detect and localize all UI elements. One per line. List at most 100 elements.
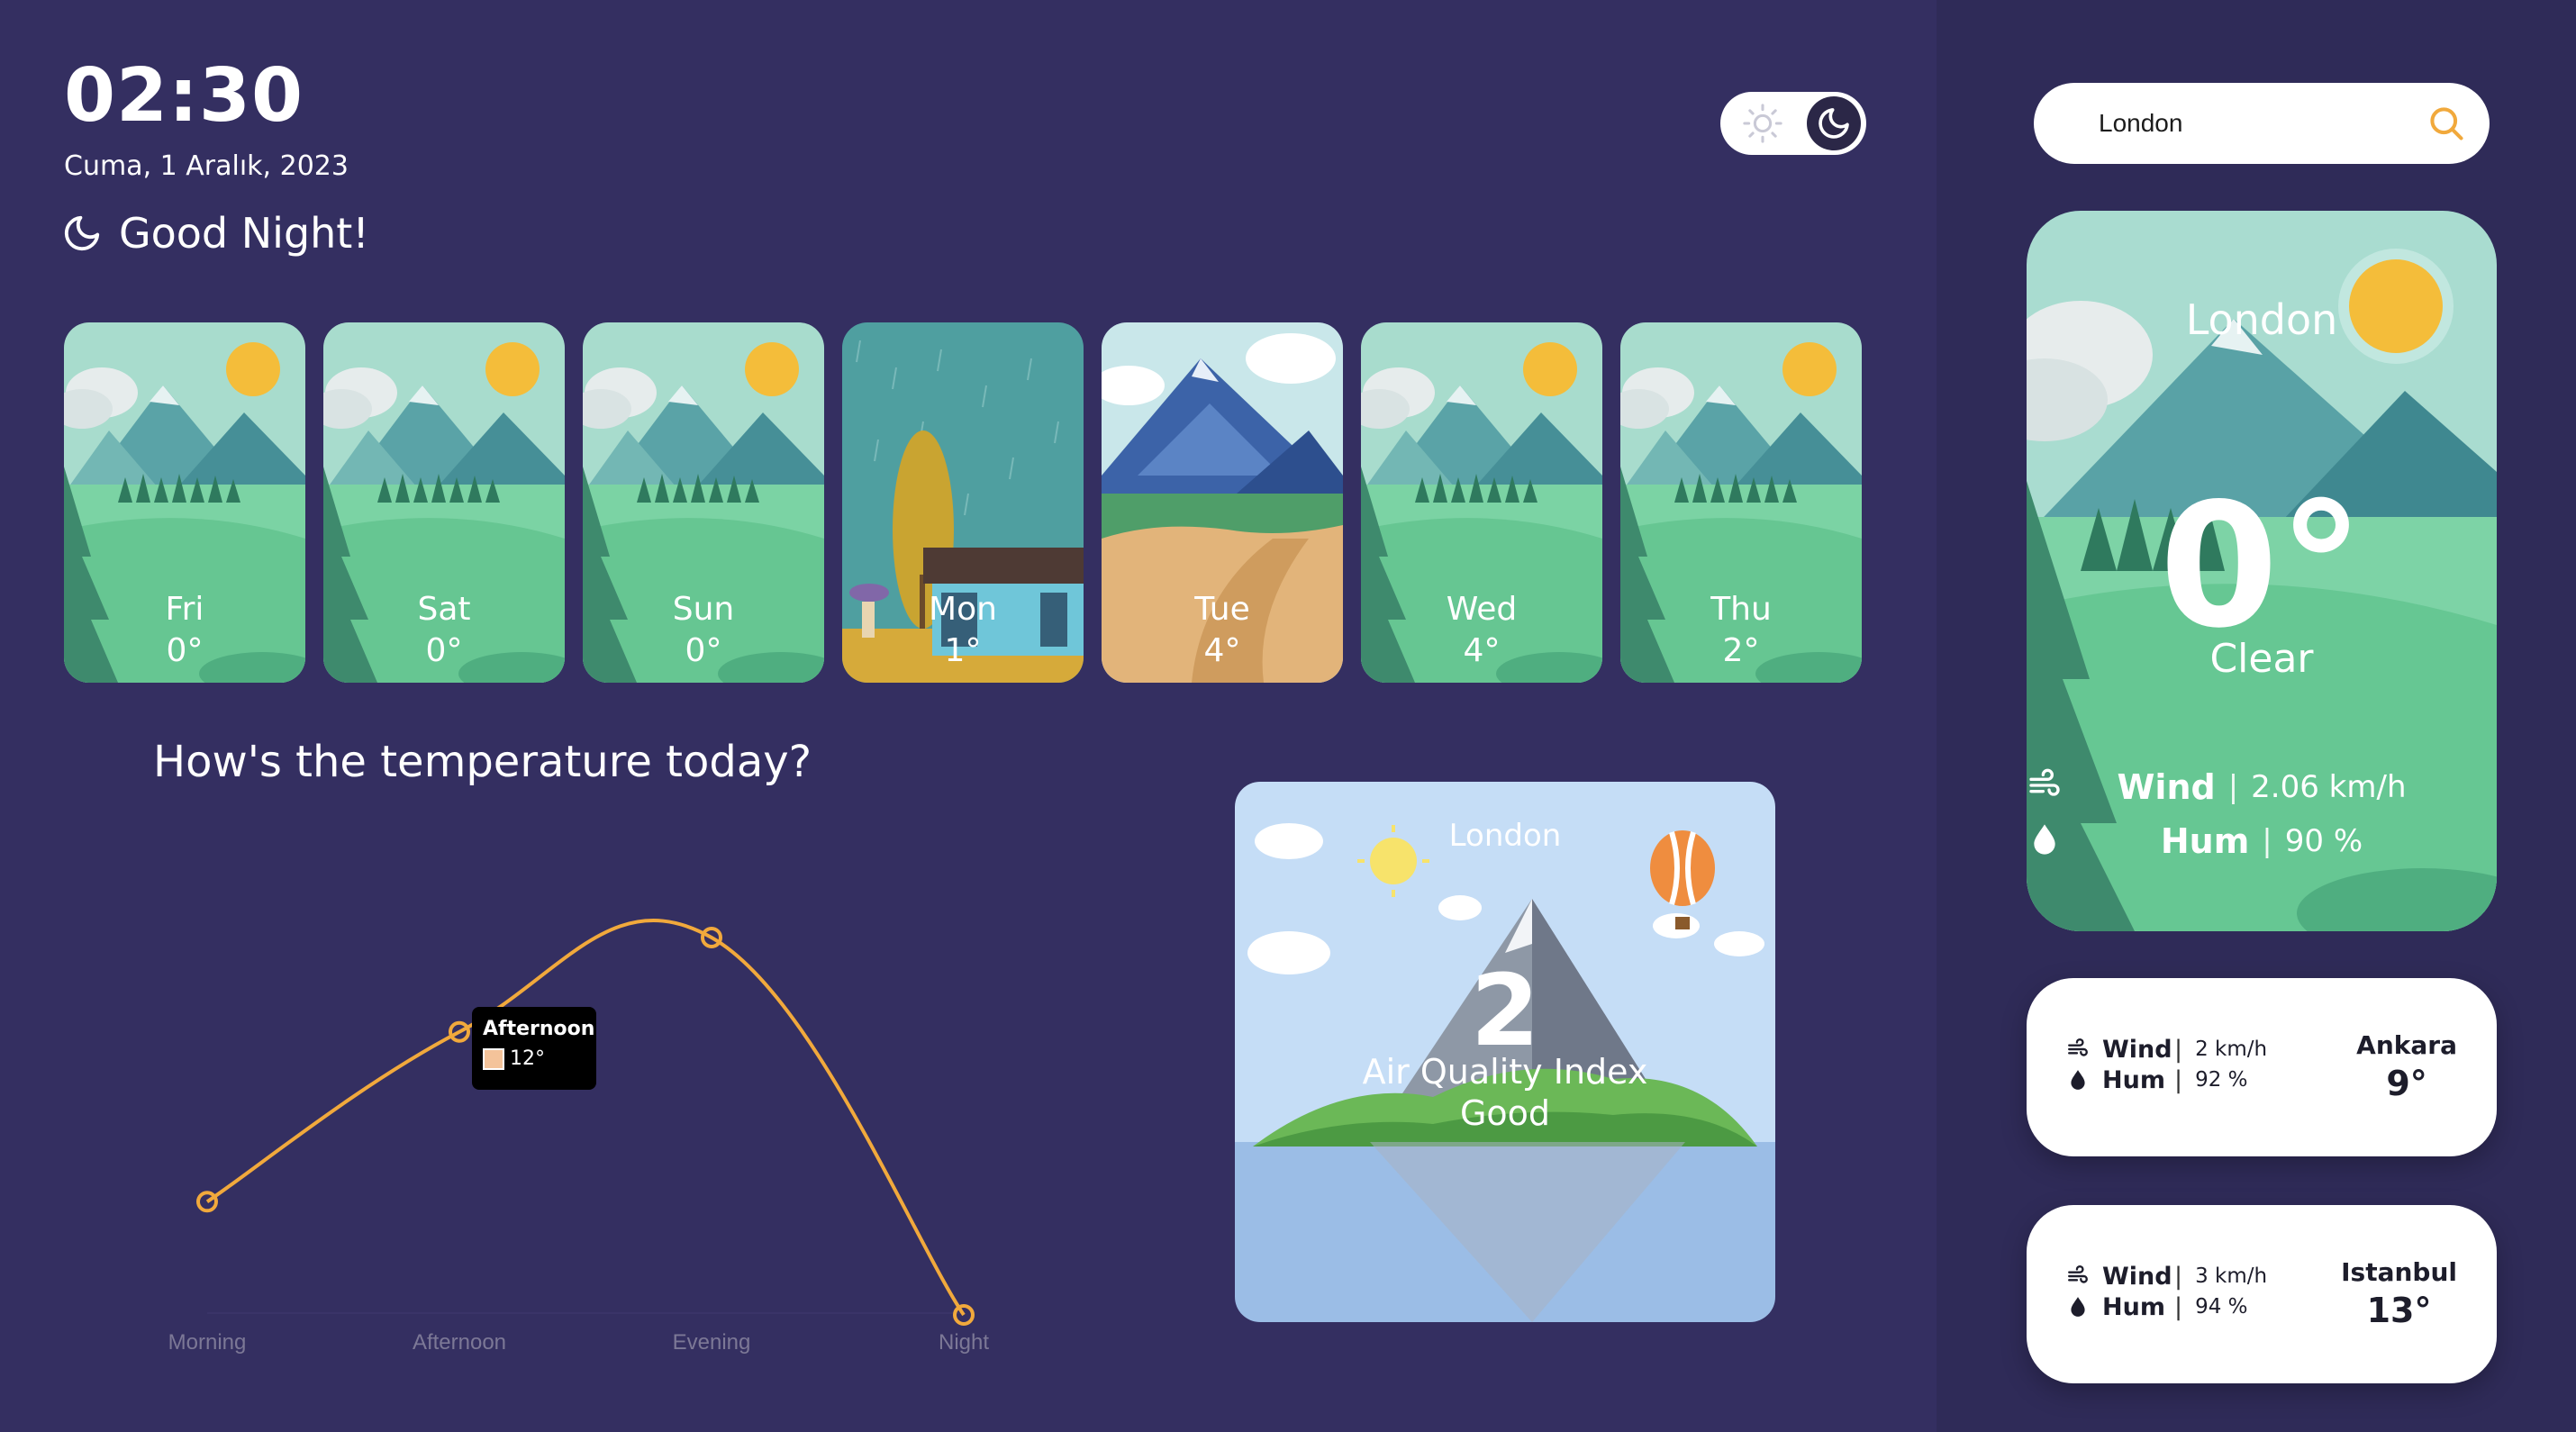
current-hum-row: Hum | 90 % <box>2027 821 2497 861</box>
tooltip-swatch <box>483 1047 504 1070</box>
current-weather-card[interactable]: London 0° Clear Wind | 2.06 km/h Hum | 9… <box>2027 211 2497 931</box>
search-input[interactable] <box>2099 109 2426 138</box>
hum-label: Hum <box>2102 1065 2165 1094</box>
forecast-day: Thu <box>1710 591 1772 628</box>
tooltip-title: Afternoon <box>483 1018 595 1040</box>
forecast-day: Tue <box>1194 591 1250 628</box>
data-point-night[interactable] <box>953 1304 975 1326</box>
forecast-card[interactable]: Fri 0° <box>64 322 305 683</box>
hum-value: 90 % <box>2284 823 2363 859</box>
temperature-line-chart[interactable]: Morning Afternoon Evening Night <box>135 865 1036 1369</box>
forecast-day: Sun <box>672 591 735 628</box>
hum-label: Hum <box>2160 821 2250 861</box>
forecast-card[interactable]: Sun 0° <box>583 322 824 683</box>
wind-label: Wind <box>2117 767 2216 807</box>
sun-icon <box>1743 104 1782 143</box>
wind-value: 3 km/h <box>2195 1264 2268 1288</box>
tooltip-value: 12° <box>510 1047 545 1070</box>
aq-index-value: 2 <box>1470 953 1540 1068</box>
forecast-temp: 4° <box>1463 632 1501 669</box>
tooltip-row: 12° <box>483 1047 585 1070</box>
theme-toggle-knob[interactable] <box>1807 96 1861 150</box>
hum-label: Hum <box>2102 1292 2165 1321</box>
separator: | <box>2174 1035 2183 1064</box>
x-tick-label: Afternoon <box>413 1330 506 1355</box>
city-hum-row: Hum | 94 % <box>2066 1292 2267 1322</box>
current-temp: 0° <box>2159 467 2364 666</box>
current-condition: Clear <box>2209 636 2314 682</box>
separator: | <box>2262 823 2272 859</box>
current-date: Cuma, 1 Aralık, 2023 <box>64 150 349 182</box>
chart-title: How's the temperature today? <box>153 737 812 787</box>
chart-tooltip: Afternoon 12° <box>472 1007 596 1090</box>
greeting-text: Good Night! <box>119 209 369 258</box>
droplet-icon <box>2034 824 2055 855</box>
wind-icon <box>2068 1265 2088 1283</box>
city-name: Istanbul <box>2341 1257 2457 1287</box>
city-summary: Istanbul 13° <box>2341 1257 2457 1330</box>
forecast-temp: 1° <box>944 632 982 669</box>
weather-scene-image <box>842 322 1084 683</box>
forecast-card[interactable]: Tue 4° <box>1102 322 1343 683</box>
city-hum-row: Hum | 92 % <box>2066 1065 2267 1095</box>
city-search[interactable] <box>2034 83 2490 164</box>
aq-city: London <box>1448 818 1562 854</box>
city-temp: 9° <box>2386 1064 2427 1103</box>
hum-value: 94 % <box>2195 1295 2248 1319</box>
weather-scene-image <box>583 322 824 683</box>
wind-label: Wind <box>2102 1262 2172 1291</box>
x-tick-label: Night <box>939 1330 989 1355</box>
forecast-day: Fri <box>165 591 204 628</box>
city-stats: Wind | 2 km/h Hum | 92 % <box>2066 1034 2267 1095</box>
wind-icon <box>2068 1038 2088 1056</box>
forecast-card[interactable]: Mon 1° <box>842 322 1084 683</box>
moon-icon <box>64 215 100 251</box>
city-wind-row: Wind | 2 km/h <box>2066 1034 2267 1065</box>
weather-scene-image <box>1361 322 1602 683</box>
wind-label: Wind <box>2102 1035 2172 1064</box>
aq-status: Good <box>1459 1093 1551 1133</box>
city-card-ankara[interactable]: Wind | 2 km/h Hum | 92 % Ankara 9° <box>2027 978 2497 1156</box>
forecast-day: Wed <box>1446 591 1518 628</box>
wind-icon <box>2029 768 2060 796</box>
city-summary: Ankara 9° <box>2356 1030 2457 1103</box>
forecast-temp: 0° <box>685 632 722 669</box>
city-temp: 13° <box>2366 1291 2432 1330</box>
air-quality-card[interactable]: London 2 Air Quality Index Good <box>1235 782 1775 1322</box>
droplet-icon <box>2071 1297 2085 1317</box>
forecast-temp: 2° <box>1722 632 1760 669</box>
wind-value: 2 km/h <box>2195 1038 2268 1061</box>
current-time: 02:30 <box>64 53 304 139</box>
current-wind-row: Wind | 2.06 km/h <box>2027 767 2497 807</box>
forecast-card[interactable]: Thu 2° <box>1620 322 1862 683</box>
temperature-series-line <box>205 919 966 1317</box>
separator: | <box>2174 1262 2183 1291</box>
weather-scene-image <box>1620 322 1862 683</box>
weather-scene-image <box>1102 322 1343 683</box>
separator: | <box>2174 1292 2183 1321</box>
forecast-row: Fri 0° Sat 0° Sun 0° Mon 1° Tue 4° Wed 4… <box>64 322 1862 683</box>
x-tick-label: Morning <box>168 1330 247 1355</box>
forecast-day: Sat <box>417 591 471 628</box>
search-icon[interactable] <box>2426 104 2466 143</box>
x-tick-label: Evening <box>673 1330 751 1355</box>
separator: | <box>2174 1065 2183 1094</box>
moon-icon <box>1819 108 1849 139</box>
main-panel: 02:30 Cuma, 1 Aralık, 2023 Good Night! F… <box>0 0 1937 1432</box>
city-name: Ankara <box>2356 1030 2457 1060</box>
current-city: London <box>2185 295 2338 344</box>
greeting: Good Night! <box>61 209 369 258</box>
forecast-card[interactable]: Sat 0° <box>323 322 565 683</box>
forecast-temp: 0° <box>425 632 463 669</box>
city-stats: Wind | 3 km/h Hum | 94 % <box>2066 1261 2267 1322</box>
city-card-istanbul[interactable]: Wind | 3 km/h Hum | 94 % Istanbul 13° <box>2027 1205 2497 1383</box>
city-wind-row: Wind | 3 km/h <box>2066 1261 2267 1292</box>
theme-toggle[interactable] <box>1720 92 1866 155</box>
forecast-card[interactable]: Wed 4° <box>1361 322 1602 683</box>
hum-value: 92 % <box>2195 1068 2248 1092</box>
separator: | <box>2227 769 2239 805</box>
forecast-temp: 4° <box>1203 632 1241 669</box>
wind-value: 2.06 km/h <box>2251 769 2407 805</box>
aq-index-label: Air Quality Index <box>1362 1052 1648 1092</box>
forecast-temp: 0° <box>166 632 204 669</box>
